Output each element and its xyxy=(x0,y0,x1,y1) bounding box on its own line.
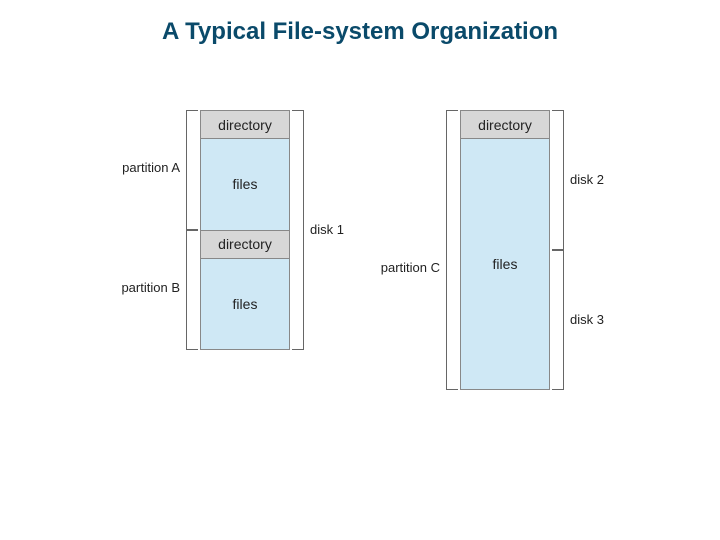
label-partition-b: partition B xyxy=(108,280,180,295)
label-disk-1: disk 1 xyxy=(310,222,344,237)
left-stack-dir-a: directory xyxy=(201,111,289,139)
bracket-disk-2 xyxy=(552,110,564,250)
right-stack: directory files xyxy=(460,110,550,390)
label-disk-2: disk 2 xyxy=(570,172,604,187)
bracket-disk-1 xyxy=(292,110,304,350)
label-partition-a: partition A xyxy=(108,160,180,175)
left-stack: directory files directory files xyxy=(200,110,290,350)
right-stack-files: files xyxy=(461,139,549,389)
left-stack-dir-b: directory xyxy=(201,231,289,259)
right-stack-dir: directory xyxy=(461,111,549,139)
left-stack-files-a: files xyxy=(201,139,289,231)
bracket-partition-c xyxy=(446,110,458,390)
bracket-disk-3 xyxy=(552,250,564,390)
label-partition-c: partition C xyxy=(368,260,440,275)
bracket-partition-b xyxy=(186,230,198,350)
label-disk-3: disk 3 xyxy=(570,312,604,327)
bracket-partition-a xyxy=(186,110,198,230)
page-title: A Typical File-system Organization xyxy=(0,18,720,46)
left-stack-files-b: files xyxy=(201,259,289,350)
